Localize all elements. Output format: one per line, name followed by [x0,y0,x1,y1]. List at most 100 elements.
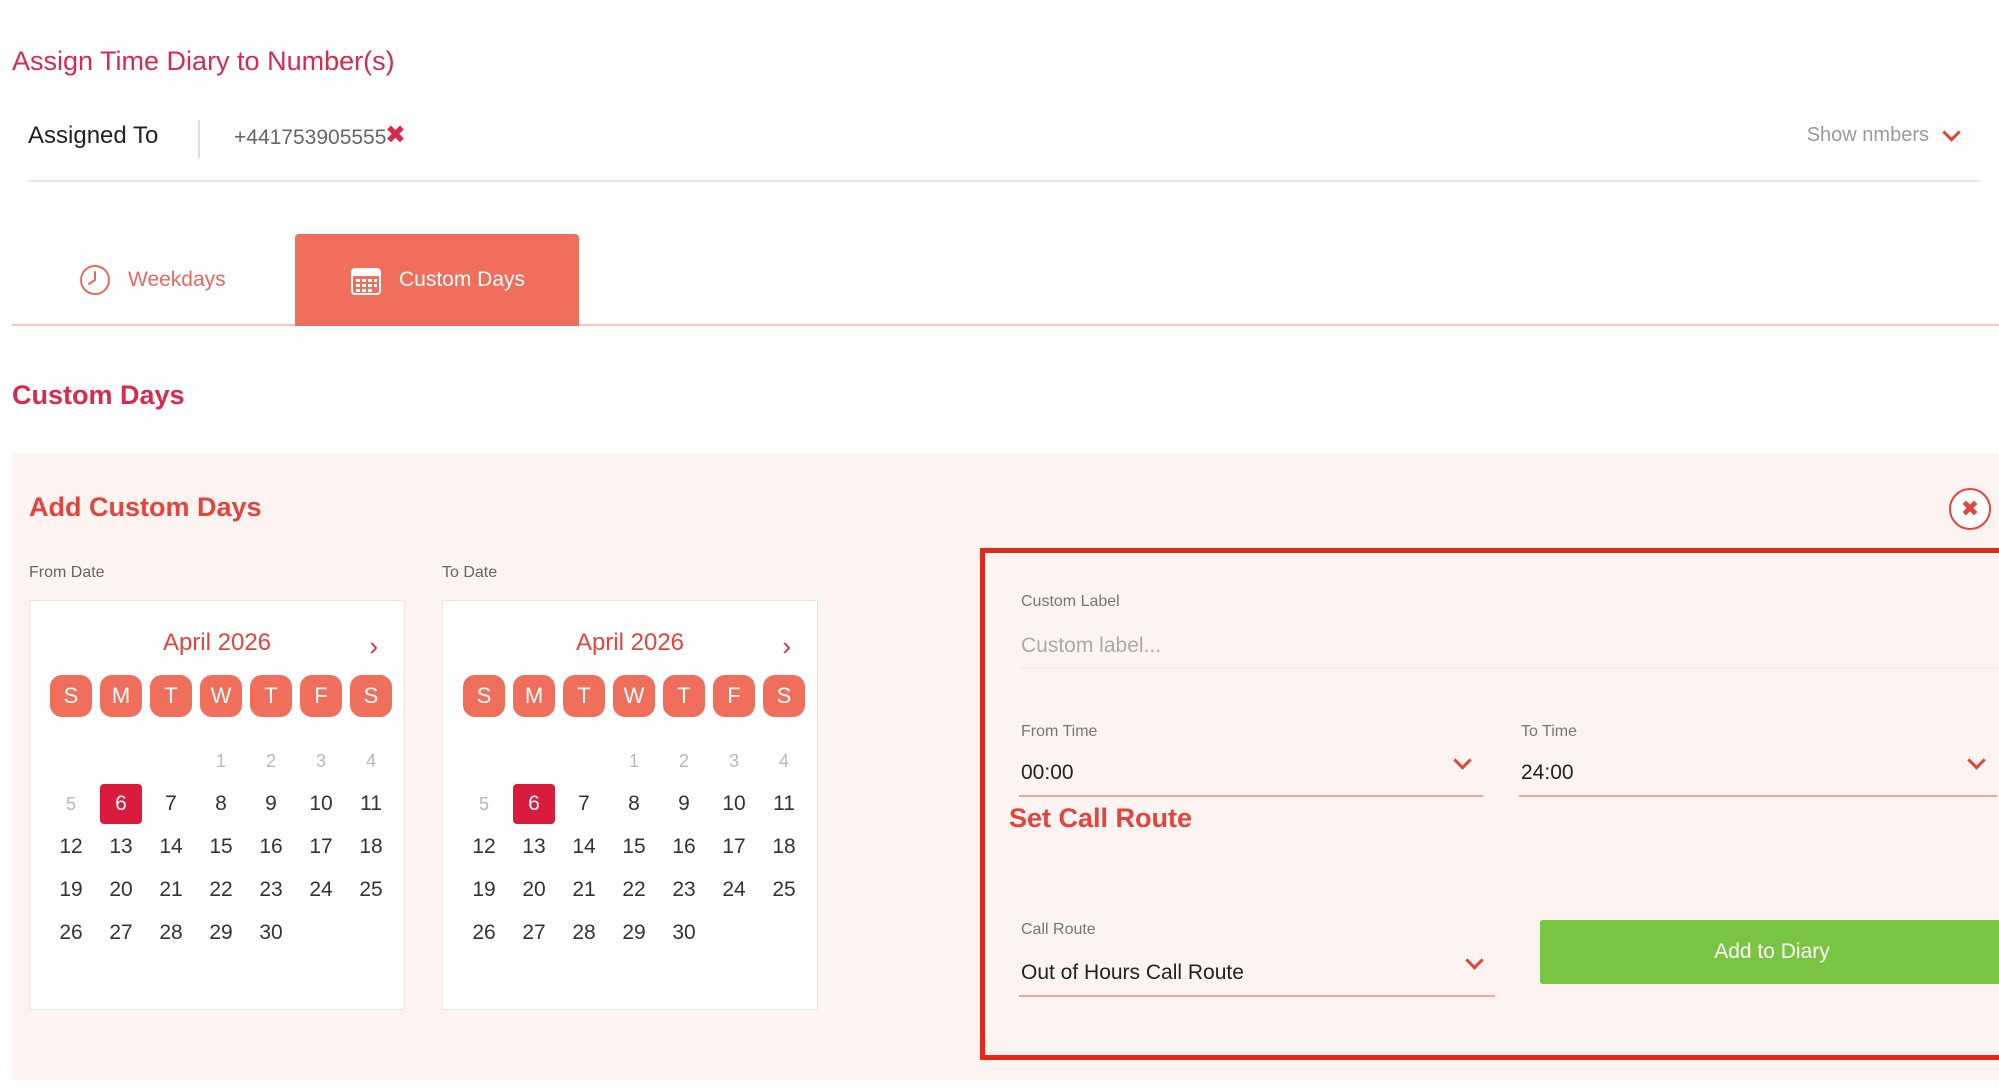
weekday-label: S [763,675,805,717]
calendar-day[interactable]: 12 [50,827,92,867]
calendar-day[interactable]: 20 [513,870,555,910]
calendar-day[interactable]: 8 [613,784,655,824]
calendar-day[interactable]: 20 [100,870,142,910]
remove-number-icon[interactable]: ✖ [385,120,406,150]
tab-bar: Weekdays Custom Days [12,234,1999,326]
calendar-day[interactable]: 19 [463,870,505,910]
clock-icon [80,265,110,295]
calendar-day[interactable]: 10 [713,784,755,824]
calendar-day[interactable]: 17 [300,827,342,867]
call-route-caption: Call Route [1021,921,1096,938]
calendar-day[interactable]: 5 [50,784,92,824]
calendar-week: 19 20 21 22 23 24 25 [50,870,392,913]
chevron-down-icon [1967,751,1986,770]
calendar-month: April 2026 [575,629,685,656]
calendar-day[interactable]: 28 [563,913,605,953]
call-route-select[interactable]: Out of Hours Call Route [1019,951,1495,997]
calendar-grid: 1 2 3 4 5 6 7 8 9 10 11 12 13 14 15 16 17 18 19 20 21 22 23 24 2… [50,741,392,956]
calendar-day[interactable]: 10 [300,784,342,824]
calendar-day[interactable]: 22 [200,870,242,910]
calendar-day[interactable]: 23 [250,870,292,910]
tab-custom-days-label: Custom Days [398,268,526,291]
calendar-week: 26 27 28 29 30 [463,913,805,956]
calendar-day[interactable]: 9 [250,784,292,824]
calendar-day[interactable]: 29 [613,913,655,953]
chevron-down-icon [1453,751,1472,770]
calendar-empty-cell [300,913,342,953]
calendar-empty-cell [563,741,605,781]
calendar-day[interactable]: 23 [663,870,705,910]
calendar-day[interactable]: 1 [613,741,655,781]
calendar-day[interactable]: 2 [250,741,292,781]
calendar-day[interactable]: 26 [463,913,505,953]
calendar-empty-cell [50,741,92,781]
weekday-label: W [200,675,242,717]
calendar-day[interactable]: 18 [763,827,805,867]
show-numbers-toggle[interactable]: Show nmbers [1807,122,1961,147]
calendar-empty-cell [713,913,755,953]
calendar-day[interactable]: 16 [663,827,705,867]
calendar-day[interactable]: 25 [763,870,805,910]
calendar-day[interactable]: 17 [713,827,755,867]
calendar-day[interactable]: 11 [763,784,805,824]
calendar-day[interactable]: 30 [250,913,292,953]
calendar-day[interactable]: 21 [563,870,605,910]
custom-day-form: Custom Label From Time 00:00 To Time 24:… [980,548,1999,1060]
calendar-day[interactable]: 27 [100,913,142,953]
calendar-day[interactable]: 3 [300,741,342,781]
calendar-day[interactable]: 15 [200,827,242,867]
calendar-day[interactable]: 21 [150,870,192,910]
calendar-day[interactable]: 28 [150,913,192,953]
calendar-day[interactable]: 26 [50,913,92,953]
calendar-day[interactable]: 16 [250,827,292,867]
calendar-day[interactable]: 14 [150,827,192,867]
to-date-label: To Date [442,564,498,581]
calendar-day[interactable]: 29 [200,913,242,953]
from-date-label: From Date [29,564,105,581]
add-to-diary-button[interactable]: Add to Diary [1540,920,1999,984]
calendar-day[interactable]: 24 [713,870,755,910]
calendar-day[interactable]: 12 [463,827,505,867]
chevron-right-icon[interactable]: › [782,631,791,662]
calendar-empty-cell [763,913,805,953]
calendar-day[interactable]: 8 [200,784,242,824]
tab-weekdays[interactable]: Weekdays [78,234,226,326]
calendar-day[interactable]: 4 [763,741,805,781]
calendar-day[interactable]: 22 [613,870,655,910]
calendar-day[interactable]: 7 [150,784,192,824]
calendar-day[interactable]: 30 [663,913,705,953]
calendar-day[interactable]: 27 [513,913,555,953]
calendar-day[interactable]: 14 [563,827,605,867]
to-time-select[interactable]: 24:00 [1519,751,1997,797]
calendar-day[interactable]: 4 [350,741,392,781]
section-title: Custom Days [12,380,185,410]
weekday-label: F [300,675,342,717]
calendar-day[interactable]: 7 [563,784,605,824]
close-icon[interactable]: ✖ [1949,488,1991,530]
calendar-day[interactable]: 6 [513,784,555,824]
panel-title: Add Custom Days [29,492,262,522]
from-time-select[interactable]: 00:00 [1019,751,1483,797]
calendar-day[interactable]: 1 [200,741,242,781]
weekday-label: T [250,675,292,717]
calendar-day[interactable]: 3 [713,741,755,781]
calendar-day[interactable]: 9 [663,784,705,824]
calendar-day[interactable]: 19 [50,870,92,910]
calendar-day[interactable]: 18 [350,827,392,867]
calendar-day[interactable]: 13 [513,827,555,867]
calendar-day[interactable]: 24 [300,870,342,910]
calendar-day[interactable]: 13 [100,827,142,867]
custom-label-input[interactable] [1021,625,1999,669]
calendar-day[interactable]: 6 [100,784,142,824]
weekday-label: S [50,675,92,717]
to-date-calendar: April 2026 › SMTWTFS 1 2 3 4 5 6 7 8 9 10 11 12 13 14… [442,600,818,1010]
to-time-caption: To Time [1521,723,1578,740]
calendar-day[interactable]: 5 [463,784,505,824]
calendar-day[interactable]: 2 [663,741,705,781]
calendar-day[interactable]: 11 [350,784,392,824]
calendar-day[interactable]: 25 [350,870,392,910]
tab-custom-days[interactable]: Custom Days [295,234,579,326]
calendar-day[interactable]: 15 [613,827,655,867]
calendar-week: 5 6 7 8 9 10 11 [463,784,805,827]
chevron-right-icon[interactable]: › [369,631,378,662]
